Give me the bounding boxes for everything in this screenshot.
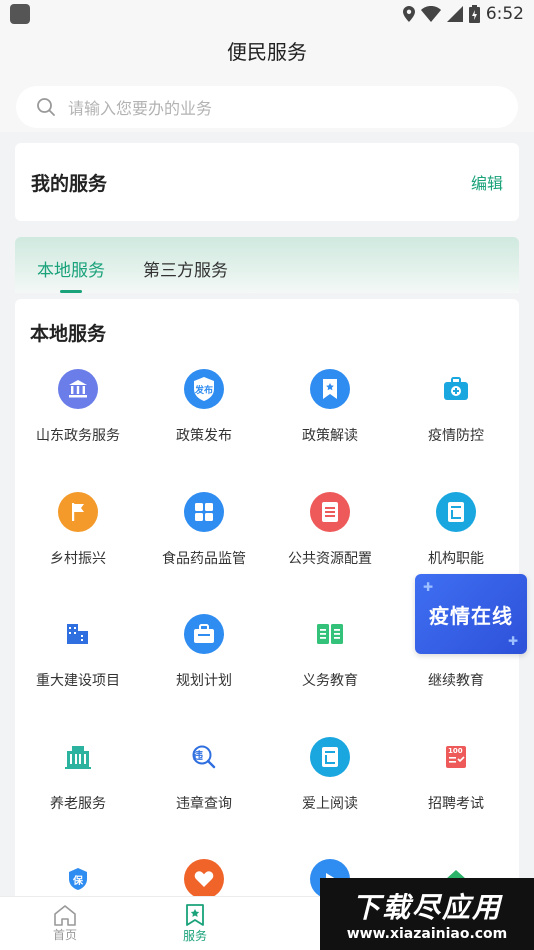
status-bar: 6:52	[0, 0, 534, 28]
tab-third-party-services[interactable]: 第三方服务	[143, 256, 228, 293]
service-label: 食品药品监管	[162, 550, 246, 567]
tab-label: 第三方服务	[143, 261, 228, 281]
my-services-title: 我的服务	[31, 172, 108, 195]
page-title: 便民服务	[0, 28, 534, 72]
reading-book-icon	[310, 736, 350, 777]
briefcase-icon	[184, 614, 224, 654]
battery-icon	[468, 5, 480, 23]
panel-title: 本地服务	[30, 323, 107, 345]
service-item[interactable]: 规划计划	[141, 614, 267, 714]
policy-publish-shield-icon: 发布	[184, 369, 224, 409]
watermark-logo: 下载尽应用 www.xiazainiao.com	[320, 878, 534, 950]
service-label: 机构职能	[428, 550, 484, 567]
service-item[interactable]: 发布 政策发布	[141, 369, 267, 469]
service-label: 养老服务	[50, 795, 106, 812]
service-item[interactable]: 公共资源配置	[267, 491, 393, 592]
nav-label: 首页	[52, 928, 77, 942]
icon-text: 违	[193, 750, 203, 762]
tab-active-indicator	[60, 290, 82, 293]
nav-home[interactable]: 首页	[0, 897, 130, 950]
service-label: 规划计划	[176, 673, 232, 689]
notification-icon	[10, 4, 30, 24]
bookmark-star-icon	[310, 369, 350, 409]
service-item[interactable]: 义务教育	[267, 614, 393, 714]
icon-text: 100	[448, 746, 463, 755]
service-item[interactable]: 食品药品监管	[141, 491, 267, 592]
service-item[interactable]: 100 招聘考试	[393, 737, 519, 837]
service-item[interactable]: 养老服务	[15, 737, 141, 837]
nav-services[interactable]: 服务	[130, 897, 260, 950]
violation-search-icon: 违	[184, 737, 224, 777]
home-icon	[54, 905, 76, 926]
watermark-title: 下载尽应用	[351, 891, 502, 924]
insurance-shield-icon: 保	[58, 859, 98, 899]
plus-decoration-icon: ✚	[507, 634, 519, 648]
service-item[interactable]: 疫情防控	[393, 369, 519, 469]
service-label: 政策发布	[176, 428, 232, 444]
buildings-icon	[58, 614, 98, 654]
search-area: 请输入您要办的业务	[0, 72, 534, 132]
service-label: 乡村振兴	[50, 550, 106, 567]
epidemic-online-banner[interactable]: ✚ ✚ 疫情在线	[415, 574, 527, 654]
watermark-url: www.xiazainiao.com	[346, 926, 508, 942]
medical-kit-icon	[436, 369, 476, 409]
search-icon	[37, 98, 55, 116]
search-placeholder: 请输入您要办的业务	[68, 99, 213, 118]
service-item[interactable]: 爱上阅读	[267, 736, 393, 837]
tab-local-services[interactable]: 本地服务	[37, 256, 105, 293]
signal-icon	[446, 6, 463, 22]
service-label: 爱上阅读	[302, 795, 358, 812]
service-label: 山东政务服务	[36, 428, 120, 444]
service-label: 违章查询	[176, 795, 232, 812]
service-label: 继续教育	[428, 673, 484, 689]
flag-icon	[58, 491, 98, 532]
edit-button[interactable]: 编辑	[471, 170, 503, 194]
my-services-card: 我的服务 编辑	[15, 143, 519, 221]
service-label: 公共资源配置	[288, 550, 372, 567]
elder-care-building-icon	[58, 737, 98, 777]
service-tabs: 本地服务 第三方服务	[15, 237, 519, 293]
service-item[interactable]: 山东政务服务	[15, 369, 141, 469]
wifi-icon	[420, 6, 441, 22]
plus-decoration-icon: ✚	[423, 580, 435, 594]
open-book-icon	[310, 614, 350, 654]
banner-text: 疫情在线	[429, 603, 513, 628]
tab-label: 本地服务	[37, 261, 105, 281]
service-item[interactable]: 政策解读	[267, 369, 393, 469]
service-item[interactable]: 违违章查询	[141, 737, 267, 837]
service-item[interactable]: 乡村振兴	[15, 491, 141, 592]
icon-text: 发布	[194, 385, 213, 396]
search-input[interactable]: 请输入您要办的业务	[16, 86, 518, 128]
status-indicators: 6:52	[402, 4, 524, 24]
grid-apps-icon	[184, 491, 224, 532]
service-label: 重大建设项目	[36, 673, 120, 689]
book-page-icon	[436, 491, 476, 532]
service-label: 政策解读	[302, 428, 358, 444]
service-label: 义务教育	[302, 673, 358, 689]
nav-label: 服务	[182, 929, 207, 943]
service-bookmark-icon	[186, 904, 204, 926]
government-building-icon	[58, 369, 98, 409]
icon-text: 保	[73, 875, 83, 887]
document-list-icon	[310, 491, 350, 532]
service-label: 疫情防控	[428, 428, 484, 444]
tag-heart-icon	[184, 859, 224, 899]
service-label: 招聘考试	[428, 795, 484, 812]
service-item[interactable]: 重大建设项目	[15, 614, 141, 714]
clock-time: 6:52	[485, 4, 524, 24]
exam-paper-icon: 100	[436, 737, 476, 777]
location-icon	[402, 6, 415, 22]
